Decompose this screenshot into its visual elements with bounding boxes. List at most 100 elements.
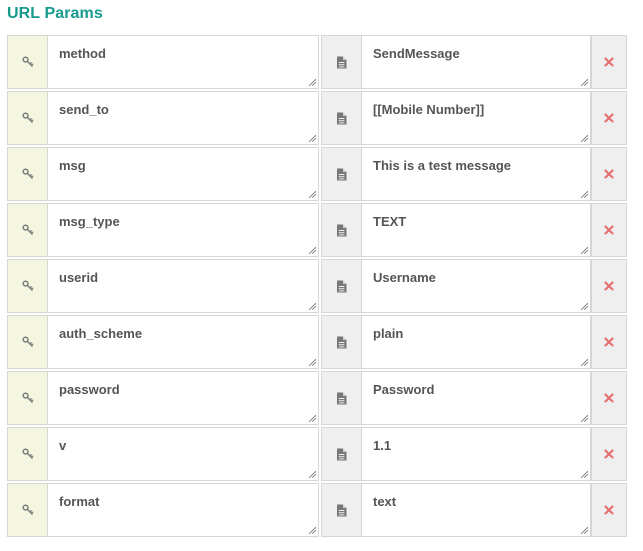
resize-handle[interactable] [308, 414, 316, 422]
document-icon [321, 483, 361, 537]
url-params-list: method SendMessage send_to [[Mobile Numb… [7, 35, 627, 539]
param-key-field[interactable]: msg_type [47, 203, 319, 257]
param-value-field[interactable]: plain [361, 315, 591, 369]
resize-handle[interactable] [580, 302, 588, 310]
close-icon [604, 393, 614, 403]
param-row: method SendMessage [7, 35, 627, 91]
delete-param-button[interactable] [591, 35, 627, 89]
param-value-text: plain [373, 326, 404, 341]
close-icon [604, 169, 614, 179]
param-value-text: 1.1 [373, 438, 392, 453]
resize-handle[interactable] [580, 246, 588, 254]
param-key-text: send_to [59, 102, 109, 117]
key-icon [7, 427, 47, 481]
key-icon [7, 147, 47, 201]
document-icon [321, 315, 361, 369]
param-value-field[interactable]: This is a test message [361, 147, 591, 201]
param-value-field[interactable]: Password [361, 371, 591, 425]
param-key-field[interactable]: v [47, 427, 319, 481]
key-icon [7, 35, 47, 89]
param-value-text: Password [373, 382, 435, 397]
param-key-field[interactable]: format [47, 483, 319, 537]
param-key-text: method [59, 46, 106, 61]
param-value-field[interactable]: TEXT [361, 203, 591, 257]
delete-param-button[interactable] [591, 427, 627, 481]
resize-handle[interactable] [580, 358, 588, 366]
param-row: msg This is a test message [7, 147, 627, 203]
param-value-text: [[Mobile Number]] [373, 102, 485, 117]
document-icon [321, 203, 361, 257]
document-icon [321, 35, 361, 89]
param-key-field[interactable]: userid [47, 259, 319, 313]
param-key-text: msg [59, 158, 86, 173]
document-icon [321, 259, 361, 313]
resize-handle[interactable] [308, 526, 316, 534]
param-value-field[interactable]: [[Mobile Number]] [361, 91, 591, 145]
resize-handle[interactable] [308, 134, 316, 142]
resize-handle[interactable] [580, 134, 588, 142]
document-icon [321, 427, 361, 481]
delete-param-button[interactable] [591, 91, 627, 145]
resize-handle[interactable] [308, 470, 316, 478]
param-row: v 1.1 [7, 427, 627, 483]
key-icon [7, 259, 47, 313]
param-value-field[interactable]: Username [361, 259, 591, 313]
document-icon [321, 91, 361, 145]
close-icon [604, 113, 614, 123]
resize-handle[interactable] [580, 414, 588, 422]
param-row: format text [7, 483, 627, 539]
close-icon [604, 337, 614, 347]
param-row: send_to [[Mobile Number]] [7, 91, 627, 147]
document-icon [321, 147, 361, 201]
param-value-text: SendMessage [373, 46, 460, 61]
close-icon [604, 449, 614, 459]
resize-handle[interactable] [308, 302, 316, 310]
close-icon [604, 57, 614, 67]
param-key-text: password [59, 382, 120, 397]
resize-handle[interactable] [580, 190, 588, 198]
delete-param-button[interactable] [591, 147, 627, 201]
key-icon [7, 91, 47, 145]
param-value-field[interactable]: SendMessage [361, 35, 591, 89]
param-key-field[interactable]: method [47, 35, 319, 89]
param-key-field[interactable]: msg [47, 147, 319, 201]
document-icon [321, 371, 361, 425]
resize-handle[interactable] [580, 526, 588, 534]
param-key-field[interactable]: auth_scheme [47, 315, 319, 369]
param-key-field[interactable]: send_to [47, 91, 319, 145]
resize-handle[interactable] [308, 358, 316, 366]
resize-handle[interactable] [308, 78, 316, 86]
delete-param-button[interactable] [591, 371, 627, 425]
delete-param-button[interactable] [591, 483, 627, 537]
param-key-field[interactable]: password [47, 371, 319, 425]
close-icon [604, 281, 614, 291]
param-row: msg_type TEXT [7, 203, 627, 259]
param-key-text: msg_type [59, 214, 120, 229]
resize-handle[interactable] [308, 190, 316, 198]
delete-param-button[interactable] [591, 203, 627, 257]
resize-handle[interactable] [308, 246, 316, 254]
param-value-field[interactable]: 1.1 [361, 427, 591, 481]
param-key-text: auth_scheme [59, 326, 143, 341]
resize-handle[interactable] [580, 78, 588, 86]
key-icon [7, 203, 47, 257]
param-value-text: This is a test message [373, 158, 512, 173]
param-row: userid Username [7, 259, 627, 315]
key-icon [7, 483, 47, 537]
param-value-field[interactable]: text [361, 483, 591, 537]
param-key-text: userid [59, 270, 99, 285]
param-key-text: v [59, 438, 67, 453]
param-key-text: format [59, 494, 100, 509]
section-title: URL Params [7, 5, 103, 22]
close-icon [604, 505, 614, 515]
resize-handle[interactable] [580, 470, 588, 478]
param-value-text: text [373, 494, 397, 509]
key-icon [7, 315, 47, 369]
key-icon [7, 371, 47, 425]
param-row: password Password [7, 371, 627, 427]
param-value-text: Username [373, 270, 436, 285]
delete-param-button[interactable] [591, 259, 627, 313]
close-icon [604, 225, 614, 235]
param-value-text: TEXT [373, 214, 407, 229]
delete-param-button[interactable] [591, 315, 627, 369]
